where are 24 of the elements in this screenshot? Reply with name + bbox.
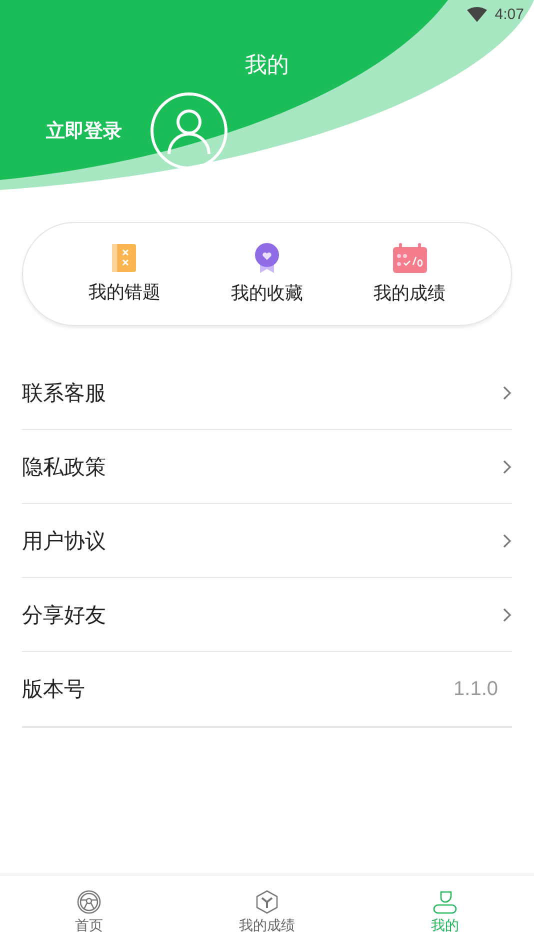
shortcut-label[interactable]: 我的错题	[88, 280, 160, 304]
medal-icon	[254, 243, 280, 273]
menu-item[interactable]: 分享好友	[22, 600, 106, 628]
chevron-right-icon	[502, 458, 512, 474]
shortcut-label[interactable]: 我的成绩	[374, 281, 446, 305]
version-number: 1.1.0	[454, 678, 498, 700]
page-title: 我的	[244, 52, 290, 80]
nav-tab[interactable]: 我的成绩	[207, 890, 327, 935]
steering-wheel-icon	[77, 890, 101, 914]
nav-tab[interactable]: 首页	[29, 890, 149, 935]
cube-icon	[256, 890, 278, 914]
avatar-icon[interactable]	[150, 92, 228, 170]
menu-item[interactable]: 用户协议	[22, 526, 106, 554]
notebook-icon	[112, 244, 136, 272]
chevron-right-icon	[502, 384, 512, 400]
chevron-right-icon	[502, 532, 512, 548]
menu-item[interactable]: 隐私政策	[22, 452, 106, 480]
user-icon	[433, 890, 457, 914]
calendar-icon	[392, 243, 428, 273]
menu-item[interactable]: 联系客服	[22, 378, 106, 406]
status-time: 4:07	[494, 6, 524, 22]
wifi-icon	[466, 6, 487, 22]
chevron-right-icon	[502, 606, 512, 622]
shortcut-label[interactable]: 我的收藏	[230, 281, 303, 305]
